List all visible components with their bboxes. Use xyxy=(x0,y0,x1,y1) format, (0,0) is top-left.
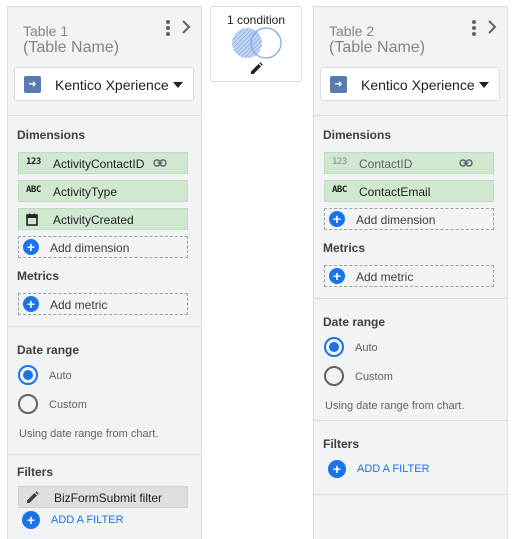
add-icon: + xyxy=(328,460,346,478)
add-icon: + xyxy=(329,268,345,284)
calendar-icon xyxy=(26,213,38,226)
dimension-chip[interactable]: 123 ContactID xyxy=(324,152,494,174)
add-icon: + xyxy=(23,239,39,255)
add-dimension-button[interactable]: + Add dimension xyxy=(18,236,188,258)
table-1-title[interactable]: Table 1 xyxy=(23,23,68,39)
metrics-heading: Metrics xyxy=(323,241,366,255)
add-metric-label: Add metric xyxy=(50,298,108,312)
dimension-chip[interactable]: 123 ActivityContactID xyxy=(18,152,188,174)
dimensions-heading: Dimensions xyxy=(17,128,86,142)
add-metric-button[interactable]: + Add metric xyxy=(18,293,188,315)
date-custom-radio[interactable] xyxy=(324,366,344,386)
date-custom-label: Custom xyxy=(355,371,393,383)
divider xyxy=(8,454,201,455)
data-source-icon: ➜ xyxy=(24,76,41,93)
number-type-icon: 123 xyxy=(26,157,41,167)
metrics-heading: Metrics xyxy=(17,269,60,283)
add-icon: + xyxy=(23,296,39,312)
join-condition-label: 1 condition xyxy=(226,13,286,27)
data-source-select[interactable]: ➜ Kentico Xperience xyxy=(14,67,194,101)
add-metric-button[interactable]: + Add metric xyxy=(324,265,494,287)
add-dimension-label: Add dimension xyxy=(50,241,130,255)
number-type-icon: 123 xyxy=(332,157,347,167)
link-icon xyxy=(459,159,473,167)
divider xyxy=(8,115,201,116)
table-1-header: Table 1 (Table Name) xyxy=(8,7,201,67)
dimension-label: ContactEmail xyxy=(359,185,431,199)
divider xyxy=(314,420,507,421)
divider xyxy=(314,494,507,495)
date-auto-label: Auto xyxy=(355,342,378,354)
date-range-note: Using date range from chart. xyxy=(19,428,159,440)
date-range-heading: Date range xyxy=(17,343,80,357)
data-source-icon: ➜ xyxy=(330,76,347,93)
text-type-icon: ABC xyxy=(332,185,347,195)
chevron-right-icon[interactable] xyxy=(179,18,193,36)
edit-icon xyxy=(27,491,39,503)
dimension-label: ActivityCreated xyxy=(53,213,134,227)
add-metric-label: Add metric xyxy=(356,270,414,284)
dimension-label: ContactID xyxy=(359,157,413,171)
caret-down-icon xyxy=(479,82,489,88)
data-source-label: Kentico Xperience xyxy=(55,77,169,93)
add-dimension-button[interactable]: + Add dimension xyxy=(324,208,494,230)
dimensions-heading: Dimensions xyxy=(323,128,392,142)
dimension-chip[interactable]: ABC ContactEmail xyxy=(324,180,494,202)
filters-heading: Filters xyxy=(323,437,360,451)
join-venn-icon xyxy=(232,27,282,59)
join-condition-button[interactable]: 1 condition xyxy=(210,6,302,82)
date-auto-radio[interactable] xyxy=(18,365,38,385)
text-type-icon: ABC xyxy=(26,185,41,195)
chevron-right-icon[interactable] xyxy=(485,18,499,36)
dimension-label: ActivityType xyxy=(53,185,118,199)
divider xyxy=(314,115,507,116)
date-custom-label: Custom xyxy=(49,399,87,411)
dimension-chip[interactable]: ABC ActivityType xyxy=(18,180,188,202)
date-range-note: Using date range from chart. xyxy=(325,400,465,412)
filter-label: BizFormSubmit filter xyxy=(54,491,163,505)
table-2-panel: Table 2 (Table Name) ➜ Kentico Xperience… xyxy=(313,6,508,539)
link-icon xyxy=(153,159,167,167)
caret-down-icon xyxy=(173,82,183,88)
dimension-chip[interactable]: ActivityCreated xyxy=(18,208,188,230)
divider xyxy=(314,298,507,299)
filters-heading: Filters xyxy=(17,465,54,479)
add-icon: + xyxy=(329,211,345,227)
add-filter-label: ADD A FILTER xyxy=(357,463,430,475)
edit-icon xyxy=(251,62,263,74)
table-2-name[interactable]: (Table Name) xyxy=(329,39,425,57)
date-custom-radio[interactable] xyxy=(18,394,38,414)
more-vert-icon[interactable] xyxy=(163,19,173,37)
divider xyxy=(8,326,201,327)
table-1-name[interactable]: (Table Name) xyxy=(23,39,119,57)
data-source-label: Kentico Xperience xyxy=(361,77,475,93)
date-auto-radio[interactable] xyxy=(324,337,344,357)
add-dimension-label: Add dimension xyxy=(356,213,436,227)
more-vert-icon[interactable] xyxy=(469,19,479,37)
data-source-select[interactable]: ➜ Kentico Xperience xyxy=(320,67,500,101)
table-1-panel: Table 1 (Table Name) ➜ Kentico Xperience… xyxy=(7,6,202,539)
date-range-heading: Date range xyxy=(323,315,386,329)
date-auto-label: Auto xyxy=(49,370,72,382)
dimension-label: ActivityContactID xyxy=(53,157,145,171)
add-filter-label: ADD A FILTER xyxy=(51,514,124,526)
table-2-header: Table 2 (Table Name) xyxy=(314,7,507,67)
filter-chip[interactable]: BizFormSubmit filter xyxy=(18,486,188,508)
table-2-title[interactable]: Table 2 xyxy=(329,23,374,39)
add-icon: + xyxy=(22,511,40,529)
